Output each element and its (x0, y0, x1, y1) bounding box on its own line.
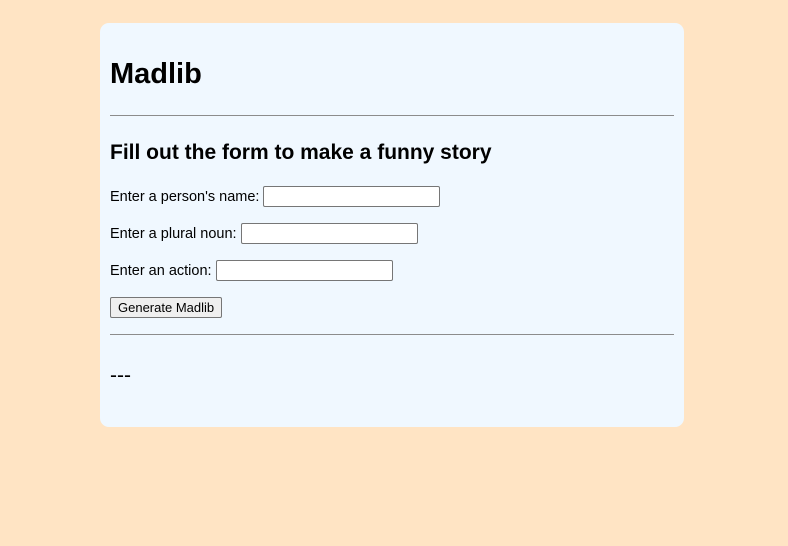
madlib-card: Madlib Fill out the form to make a funny… (100, 23, 684, 427)
action-row: Enter an action: (110, 260, 393, 281)
page-title: Madlib (110, 58, 202, 90)
plural-noun-input[interactable] (240, 223, 418, 244)
plural-noun-row: Enter a plural noun: (110, 223, 418, 244)
action-input[interactable] (215, 260, 393, 281)
generate-madlib-button[interactable]: Generate Madlib (110, 297, 223, 318)
madlib-output: --- (110, 364, 131, 387)
name-row: Enter a person's name: (110, 186, 441, 207)
divider-top (110, 115, 674, 116)
action-label: Enter an action: (110, 262, 212, 279)
name-label: Enter a person's name: (110, 188, 260, 205)
form-heading: Fill out the form to make a funny story (110, 141, 492, 164)
divider-bottom (110, 334, 674, 335)
plural-noun-label: Enter a plural noun: (110, 225, 237, 242)
name-input[interactable] (263, 186, 441, 207)
